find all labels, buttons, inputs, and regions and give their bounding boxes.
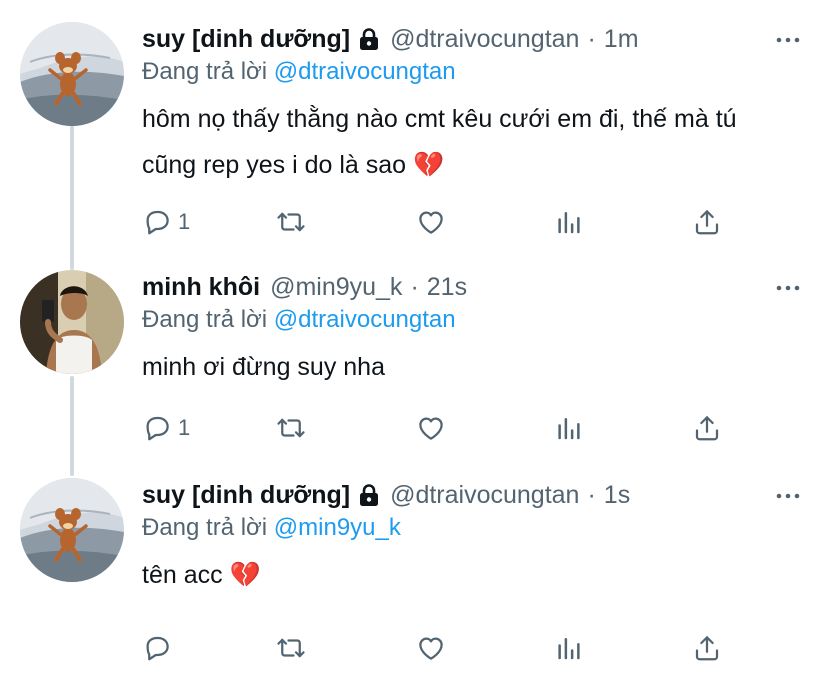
analytics-button[interactable] [554,410,584,446]
tweet-header: minh khôi @min9yu_k · 21s [142,272,467,302]
like-button[interactable] [416,410,446,446]
reply-icon [142,207,172,237]
analytics-icon [554,633,584,663]
retweet-button[interactable] [276,630,306,666]
reply-button[interactable]: 1 [142,204,190,240]
avatar[interactable] [20,270,124,374]
user-handle[interactable]: @dtraivocungtan [390,25,579,54]
tweet-actions: 1 [142,204,732,240]
retweet-icon [276,633,306,663]
separator-dot: · [587,480,596,509]
share-button[interactable] [692,410,722,446]
reply-count: 1 [178,209,191,234]
retweet-icon [276,413,306,443]
reply-button[interactable]: 1 [142,410,190,446]
tweet-text: tên acc 💔 [142,561,261,589]
user-handle[interactable]: @min9yu_k [270,273,402,302]
replying-to-label: Đang trả lời [142,58,268,85]
more-icon[interactable] [774,276,802,300]
share-icon [692,207,722,237]
tweet[interactable]: minh khôi @min9yu_k · 21s Đang trả lời @… [0,262,828,452]
display-name[interactable]: minh khôi [142,273,260,302]
retweet-icon [276,207,306,237]
share-button[interactable] [692,204,722,240]
reply-mention-link[interactable]: @min9yu_k [274,514,401,541]
reply-mention-link[interactable]: @dtraivocungtan [274,58,456,85]
share-icon [692,633,722,663]
replying-to: Đang trả lời @dtraivocungtan [142,306,456,334]
lock-icon [358,483,380,507]
avatar[interactable] [20,478,124,582]
timestamp[interactable]: 1s [604,481,630,510]
share-icon [692,413,722,443]
separator-dot: · [410,272,419,301]
more-icon[interactable] [774,484,802,508]
heart-icon [416,207,446,237]
retweet-button[interactable] [276,410,306,446]
tweet-text: minh ơi đừng suy nha [142,353,385,381]
tweet[interactable]: suy [dinh dưỡng] @dtraivocungtan · 1m Đa… [0,14,828,250]
display-name[interactable]: suy [dinh dưỡng] [142,481,350,510]
heart-icon [416,413,446,443]
replying-to: Đang trả lời @dtraivocungtan [142,58,456,86]
reply-count: 1 [178,415,191,440]
like-button[interactable] [416,204,446,240]
person-selfie-avatar-image [20,270,124,374]
tweet-header: suy [dinh dưỡng] @dtraivocungtan · 1s [142,480,630,510]
reply-button[interactable] [142,630,178,666]
user-handle[interactable]: @dtraivocungtan [390,481,579,510]
analytics-icon [554,207,584,237]
analytics-button[interactable] [554,630,584,666]
tweet-actions [142,630,732,666]
replying-to-label: Đang trả lời [142,306,268,333]
jerry-mouse-avatar-image [20,478,124,582]
reply-icon [142,633,172,663]
tweet[interactable]: suy [dinh dưỡng] @dtraivocungtan · 1s Đa… [0,470,828,681]
replying-to-label: Đang trả lời [142,514,268,541]
tweet-header: suy [dinh dưỡng] @dtraivocungtan · 1m [142,24,639,54]
timestamp[interactable]: 21s [427,273,467,302]
retweet-button[interactable] [276,204,306,240]
replying-to: Đang trả lời @min9yu_k [142,514,401,542]
display-name[interactable]: suy [dinh dưỡng] [142,25,350,54]
more-icon[interactable] [774,28,802,52]
heart-icon [416,633,446,663]
analytics-icon [554,413,584,443]
avatar[interactable] [20,22,124,126]
reply-mention-link[interactable]: @dtraivocungtan [274,306,456,333]
timestamp[interactable]: 1m [604,25,639,54]
jerry-mouse-avatar-image [20,22,124,126]
reply-icon [142,413,172,443]
lock-icon [358,27,380,51]
tweet-actions: 1 [142,410,732,446]
analytics-button[interactable] [554,204,584,240]
like-button[interactable] [416,630,446,666]
separator-dot: · [587,24,596,53]
share-button[interactable] [692,630,722,666]
tweet-text: hôm nọ thấy thằng nào cmt kêu cưới em đi… [142,105,737,179]
